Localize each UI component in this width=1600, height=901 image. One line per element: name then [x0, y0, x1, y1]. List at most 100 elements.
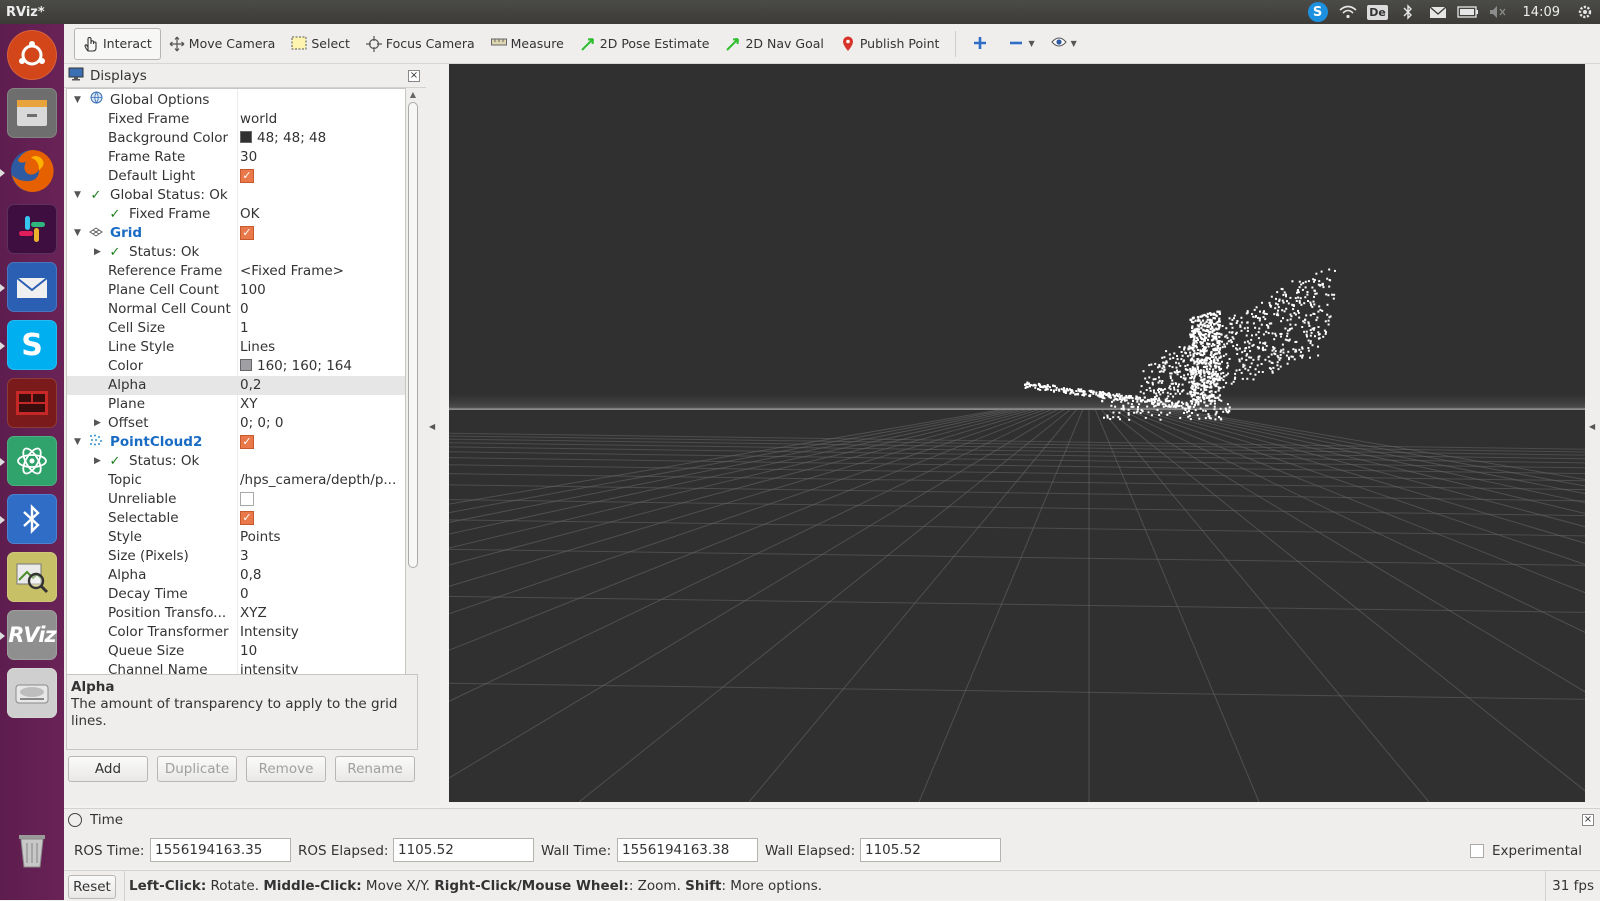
volume-muted-icon[interactable]: [1483, 0, 1513, 24]
atom-launcher-icon[interactable]: [7, 436, 57, 486]
tree-row-color-transformer[interactable]: Color Transformer Intensity: [67, 623, 405, 642]
tree-row-style[interactable]: Style Points: [67, 528, 405, 547]
tree-row-pointcloud-status[interactable]: ▶ ✓ Status: Ok: [67, 452, 405, 471]
reset-button[interactable]: Reset: [68, 875, 116, 899]
expand-arrow-icon[interactable]: ▼: [74, 433, 82, 452]
remove-tool-dropdown[interactable]: ▼: [1000, 28, 1042, 60]
tree-row-decay-time[interactable]: Decay Time 0: [67, 585, 405, 604]
cloud-point: [1142, 392, 1145, 395]
image-viewer-launcher-icon[interactable]: [7, 552, 57, 602]
cloud-point: [1207, 338, 1209, 341]
collapse-right-arrow-icon[interactable]: ◀: [1589, 422, 1595, 431]
wifi-icon[interactable]: [1333, 0, 1363, 24]
add-tool-button[interactable]: [964, 28, 1000, 60]
panel-splitter[interactable]: ◀: [426, 64, 440, 805]
tree-row-queue-size[interactable]: Queue Size 10: [67, 642, 405, 661]
tree-row-plane-cell-count[interactable]: Plane Cell Count 100: [67, 281, 405, 300]
tree-row-size-pixels[interactable]: Size (Pixels) 3: [67, 547, 405, 566]
tree-scrollbar[interactable]: ▲ ▼: [406, 88, 420, 686]
interact-tool[interactable]: Interact: [74, 27, 161, 60]
terminal-launcher-icon[interactable]: [7, 378, 57, 428]
skype-tray-icon[interactable]: S: [1303, 0, 1333, 24]
tree-row-fixed-frame[interactable]: Fixed Frame world: [67, 110, 405, 129]
2d-pose-estimate-tool[interactable]: 2D Pose Estimate: [572, 28, 718, 60]
move-camera-tool[interactable]: Move Camera: [161, 28, 284, 60]
tree-row-position-transformer[interactable]: Position Transfo... XYZ: [67, 604, 405, 623]
skype-launcher-icon[interactable]: S: [7, 320, 57, 370]
thunderbird-launcher-icon[interactable]: [7, 262, 57, 312]
remove-button[interactable]: Remove: [246, 756, 326, 782]
expand-arrow-icon[interactable]: ▶: [94, 243, 102, 262]
disk-launcher-icon[interactable]: [7, 668, 57, 718]
close-icon[interactable]: ×: [408, 70, 420, 82]
wall-time-field[interactable]: 1556194163.38: [617, 838, 758, 862]
expand-arrow-icon[interactable]: ▶: [94, 414, 102, 433]
bluetooth-launcher-icon[interactable]: [7, 494, 57, 544]
ros-time-field[interactable]: 1556194163.35: [150, 838, 291, 862]
select-tool[interactable]: Select: [283, 28, 358, 60]
pointcloud2-enabled-checkbox[interactable]: ✓: [240, 435, 254, 449]
tree-row-offset[interactable]: ▶ Offset 0; 0; 0: [67, 414, 405, 433]
battery-icon[interactable]: [1453, 0, 1483, 24]
tree-row-pointcloud-alpha[interactable]: Alpha 0,8: [67, 566, 405, 585]
expand-arrow-icon[interactable]: ▼: [74, 224, 82, 243]
default-light-checkbox[interactable]: ✓: [240, 169, 254, 183]
tree-row-color[interactable]: Color 160; 160; 164: [67, 357, 405, 376]
gear-icon[interactable]: [1570, 0, 1600, 24]
tree-row-fixed-frame-status[interactable]: ✓ Fixed Frame OK: [67, 205, 405, 224]
panels-dropdown[interactable]: ▼: [1043, 28, 1085, 60]
experimental-option[interactable]: Experimental: [1470, 843, 1582, 859]
tree-row-grid-status[interactable]: ▶ ✓ Status: Ok: [67, 243, 405, 262]
tree-row-topic[interactable]: Topic /hps_camera/depth/p...: [67, 471, 405, 490]
right-splitter[interactable]: ◀: [1585, 64, 1600, 805]
tree-row-normal-cell-count[interactable]: Normal Cell Count 0: [67, 300, 405, 319]
experimental-checkbox[interactable]: [1470, 844, 1484, 858]
duplicate-button[interactable]: Duplicate: [157, 756, 237, 782]
rename-button[interactable]: Rename: [335, 756, 415, 782]
bluetooth-icon[interactable]: [1393, 0, 1423, 24]
tree-row-global-status[interactable]: ▼ ✓ Global Status: Ok: [67, 186, 405, 205]
focus-camera-tool[interactable]: Focus Camera: [358, 28, 483, 60]
tree-row-line-style[interactable]: Line Style Lines: [67, 338, 405, 357]
measure-tool[interactable]: Measure: [483, 28, 572, 60]
firefox-launcher-icon[interactable]: [7, 146, 57, 196]
add-button[interactable]: Add: [68, 756, 148, 782]
grid-enabled-checkbox[interactable]: ✓: [240, 226, 254, 240]
tree-row-background-color[interactable]: Background Color 48; 48; 48: [67, 129, 405, 148]
3d-scene[interactable]: [449, 64, 1585, 802]
2d-nav-goal-tool[interactable]: 2D Nav Goal: [717, 28, 831, 60]
collapse-left-arrow-icon[interactable]: ◀: [429, 422, 435, 431]
tree-row-cell-size[interactable]: Cell Size 1: [67, 319, 405, 338]
tree-row-grid[interactable]: ▼ Grid ✓: [67, 224, 405, 243]
render-viewport[interactable]: [449, 64, 1585, 802]
keyboard-layout-indicator[interactable]: De: [1363, 0, 1393, 24]
tree-row-default-light[interactable]: Default Light ✓: [67, 167, 405, 186]
expand-arrow-icon[interactable]: ▶: [94, 452, 102, 471]
wall-elapsed-field[interactable]: 1105.52: [860, 838, 1001, 862]
selectable-checkbox[interactable]: ✓: [240, 511, 254, 525]
ros-elapsed-field[interactable]: 1105.52: [393, 838, 534, 862]
expand-arrow-icon[interactable]: ▼: [74, 186, 82, 205]
tree-row-selectable[interactable]: Selectable ✓: [67, 509, 405, 528]
rviz-launcher-icon[interactable]: RViz: [7, 610, 57, 660]
tree-row-pointcloud2[interactable]: ▼ PointCloud2 ✓: [67, 433, 405, 452]
trash-launcher-icon[interactable]: [7, 824, 57, 874]
tree-row-alpha-selected[interactable]: Alpha 0,2: [67, 376, 405, 395]
expand-arrow-icon[interactable]: ▼: [74, 91, 82, 110]
tree-row-frame-rate[interactable]: Frame Rate 30: [67, 148, 405, 167]
scrollbar-thumb[interactable]: [408, 102, 418, 568]
tree-row-plane[interactable]: Plane XY: [67, 395, 405, 414]
tree-row-unreliable[interactable]: Unreliable: [67, 490, 405, 509]
publish-point-tool[interactable]: Publish Point: [832, 28, 948, 60]
clock[interactable]: 14:09: [1513, 5, 1570, 20]
tree-row-reference-frame[interactable]: Reference Frame <Fixed Frame>: [67, 262, 405, 281]
cloud-point: [1317, 310, 1320, 313]
scroll-up-arrow-icon[interactable]: ▲: [406, 90, 420, 99]
mail-icon[interactable]: [1423, 0, 1453, 24]
tree-row-global-options[interactable]: ▼ Global Options: [67, 91, 405, 110]
unreliable-checkbox[interactable]: [240, 492, 254, 506]
ubuntu-launcher-icon[interactable]: [7, 30, 57, 80]
files-launcher-icon[interactable]: [7, 88, 57, 138]
slack-launcher-icon[interactable]: [7, 204, 57, 254]
close-icon[interactable]: ×: [1582, 814, 1594, 826]
